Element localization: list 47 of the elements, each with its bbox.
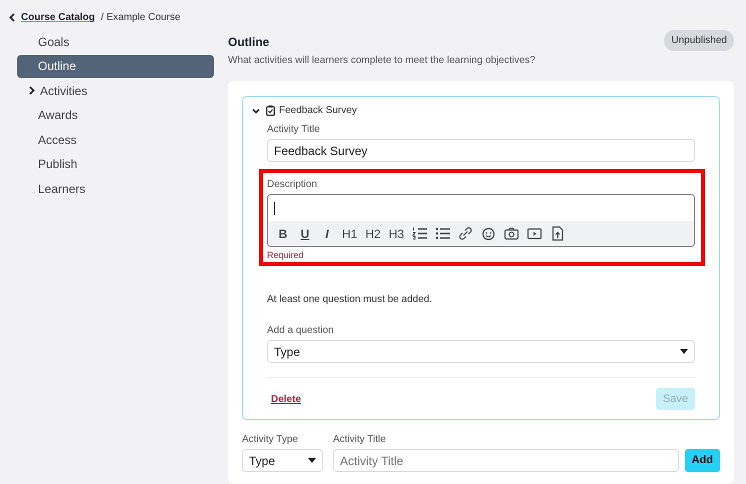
- clipboard-icon: [266, 105, 275, 116]
- add-button[interactable]: Add: [684, 449, 720, 472]
- sidebar-item[interactable]: Outline: [17, 54, 214, 78]
- breadcrumb-current: / Example Course: [100, 11, 180, 25]
- activity-name: Feedback Survey: [279, 104, 357, 118]
- select-value: Type: [249, 452, 276, 470]
- sidebar-item[interactable]: Publish: [17, 152, 214, 176]
- title-field[interactable]: Feedback Survey: [267, 139, 695, 162]
- section-subtitle: What activities will learners complete to meet the learning objectives?: [228, 54, 536, 68]
- description-editor[interactable]: B U I H1 H2 H3: [267, 194, 695, 247]
- text-cursor: [274, 202, 275, 214]
- notice-text: At least one question must be added.: [267, 293, 434, 307]
- heading-button[interactable]: H3: [384, 222, 408, 244]
- caret-icon: [308, 458, 316, 463]
- field-label: Description: [267, 178, 318, 192]
- field-label: Activity Title: [267, 123, 321, 137]
- breadcrumb-link[interactable]: Course Catalog: [21, 10, 95, 25]
- select-value: Type: [274, 344, 300, 360]
- activity-title-field[interactable]: Activity Title: [333, 449, 679, 472]
- bold-button[interactable]: B: [272, 222, 294, 244]
- question-type-select[interactable]: Type: [267, 340, 695, 363]
- video-icon: [527, 226, 542, 241]
- field-label: Activity Type: [242, 433, 299, 447]
- bullet-list-icon: [435, 226, 450, 241]
- field-label: Activity Title: [333, 433, 387, 447]
- emoji-icon: [481, 226, 496, 241]
- sidebar-item[interactable]: Activities: [17, 79, 214, 102]
- error-message: Required: [267, 249, 305, 261]
- heading-button[interactable]: H2: [361, 222, 385, 244]
- caret-icon: [680, 349, 688, 354]
- field-label: Add a question: [267, 324, 335, 338]
- underline-button[interactable]: U: [294, 222, 316, 244]
- file-upload-icon: [550, 226, 566, 241]
- sidebar-item[interactable]: Learners: [17, 177, 214, 200]
- italic-button[interactable]: I: [316, 222, 338, 244]
- sidebar-item[interactable]: Goals: [17, 30, 214, 53]
- delete-link[interactable]: Delete: [271, 392, 302, 406]
- ordered-list-icon: [412, 226, 428, 241]
- heading-button[interactable]: H1: [338, 222, 362, 244]
- section-title: Outline: [228, 34, 270, 51]
- link-icon: [458, 226, 474, 241]
- sidebar-item[interactable]: Access: [17, 128, 214, 151]
- sidebar-item[interactable]: Awards: [17, 104, 214, 126]
- camera-icon: [504, 226, 520, 241]
- activity-type-select[interactable]: Type: [242, 449, 323, 472]
- back-icon: [9, 13, 15, 22]
- status-badge: Unpublished: [664, 30, 734, 51]
